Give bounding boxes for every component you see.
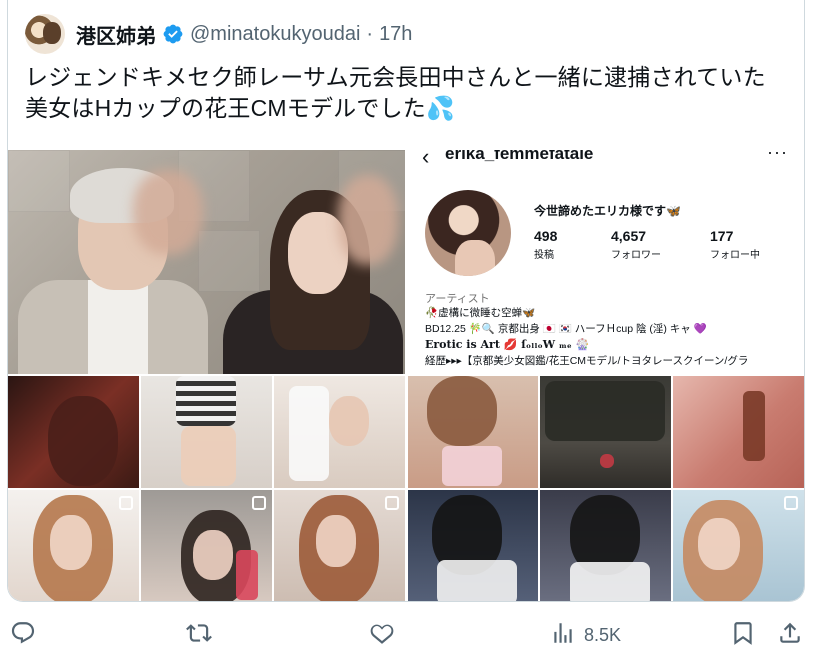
instagram-profile-screenshot: ‹ erika_femmefatale ··· 今世諦めたエリカ様です🦋 498… xyxy=(408,150,804,374)
grid-photo xyxy=(673,376,804,488)
separator-dot: · xyxy=(366,22,374,45)
grid-photo xyxy=(673,489,804,601)
like-button[interactable] xyxy=(369,620,403,651)
grid-photo xyxy=(141,489,272,601)
author-avatar[interactable] xyxy=(25,14,65,54)
profile-category: アーティスト xyxy=(425,293,490,305)
reply-icon xyxy=(10,620,36,651)
multi-photo-icon xyxy=(252,495,266,510)
multi-photo-icon xyxy=(385,495,399,510)
more-options-icon: ··· xyxy=(767,150,788,162)
grid-photo xyxy=(407,376,538,488)
back-arrow-icon: ‹ xyxy=(422,150,430,169)
views-icon xyxy=(550,620,576,651)
tweet-action-bar: 8.5K xyxy=(0,612,826,652)
share-button[interactable] xyxy=(777,620,803,651)
grid-photo xyxy=(8,489,139,601)
views-count: 8.5K xyxy=(584,625,622,645)
tweet-text-line-2: 美女はHカップの花王CMモデルでした xyxy=(25,95,426,121)
multi-photo-icon xyxy=(119,495,133,510)
retweet-button[interactable] xyxy=(186,620,220,651)
instagram-avatar xyxy=(425,190,511,276)
like-icon xyxy=(369,620,395,651)
sweat-droplets-emoji: 💦 xyxy=(425,95,455,121)
bookmark-button[interactable] xyxy=(730,620,756,651)
grid-photo xyxy=(540,376,671,488)
stat-followers-value: 4,657 xyxy=(611,228,647,244)
grid-photo xyxy=(407,489,538,601)
tweet-timestamp[interactable]: 17h xyxy=(379,23,412,46)
tweet-text: レジェンドキメセク師レーサム元会長田中さんと一緒に逮捕されていた 美女はHカップ… xyxy=(25,62,785,124)
tweet-media[interactable]: ‹ erika_femmefatale ··· 今世諦めたエリカ様です🦋 498… xyxy=(8,150,804,601)
stat-posts-value: 498 xyxy=(534,228,558,244)
bio-line-1: 🥀虚構に微睡む空蝉🦋 xyxy=(425,307,536,319)
author-handle[interactable]: @minatokukyoudai xyxy=(190,23,360,46)
tweet-header: 港区姉弟 @minatokukyoudai · 17h xyxy=(76,20,412,49)
author-display-name[interactable]: 港区姉弟 xyxy=(76,20,156,49)
grid-photo xyxy=(8,376,139,488)
stat-posts: 498 投稿 xyxy=(534,228,557,261)
grid-photo xyxy=(540,489,671,601)
tweet-card[interactable]: 港区姉弟 @minatokukyoudai · 17h レジェンドキメセク師レー… xyxy=(7,0,805,602)
bio-line-3: Erotic is Art 💋 ſₒₗₗₒW ₘₑ 🎡 xyxy=(425,338,590,351)
stat-following-value: 177 xyxy=(710,228,734,244)
multi-photo-icon xyxy=(784,495,798,510)
views-button[interactable]: 8.5K xyxy=(550,620,621,651)
arrest-photo xyxy=(8,150,405,374)
stat-followers: 4,657 フォロワー xyxy=(611,228,661,261)
bio-line-2: BD12.25 🎋🔍 京都出身 🇯🇵 🇰🇷 ハーフＨcup 陰 (淫) キャ 💜 xyxy=(425,323,707,335)
retweet-icon xyxy=(186,620,212,651)
share-icon xyxy=(777,620,803,651)
stat-following-label: フォロー中 xyxy=(710,250,760,261)
grid-photo xyxy=(274,376,405,488)
stat-posts-label: 投稿 xyxy=(534,250,554,261)
grid-photo xyxy=(141,376,272,488)
stat-followers-label: フォロワー xyxy=(611,250,661,261)
instagram-username: erika_femmefatale xyxy=(445,150,594,163)
stat-following: 177 フォロー中 xyxy=(710,228,760,261)
grid-photo xyxy=(274,489,405,601)
tweet-text-line-1: レジェンドキメセク師レーサム元会長田中さんと一緒に逮捕されていた xyxy=(25,64,766,90)
bio-line-4: 経歴▸▸▸【京都美少女図鑑/花王CMモデル/トヨタレースクイーン/グラ xyxy=(425,355,749,367)
bookmark-icon xyxy=(730,620,756,651)
reply-button[interactable] xyxy=(10,620,44,651)
verified-badge-icon xyxy=(162,23,184,45)
instagram-display-name: 今世諦めたエリカ様です🦋 xyxy=(534,204,681,218)
